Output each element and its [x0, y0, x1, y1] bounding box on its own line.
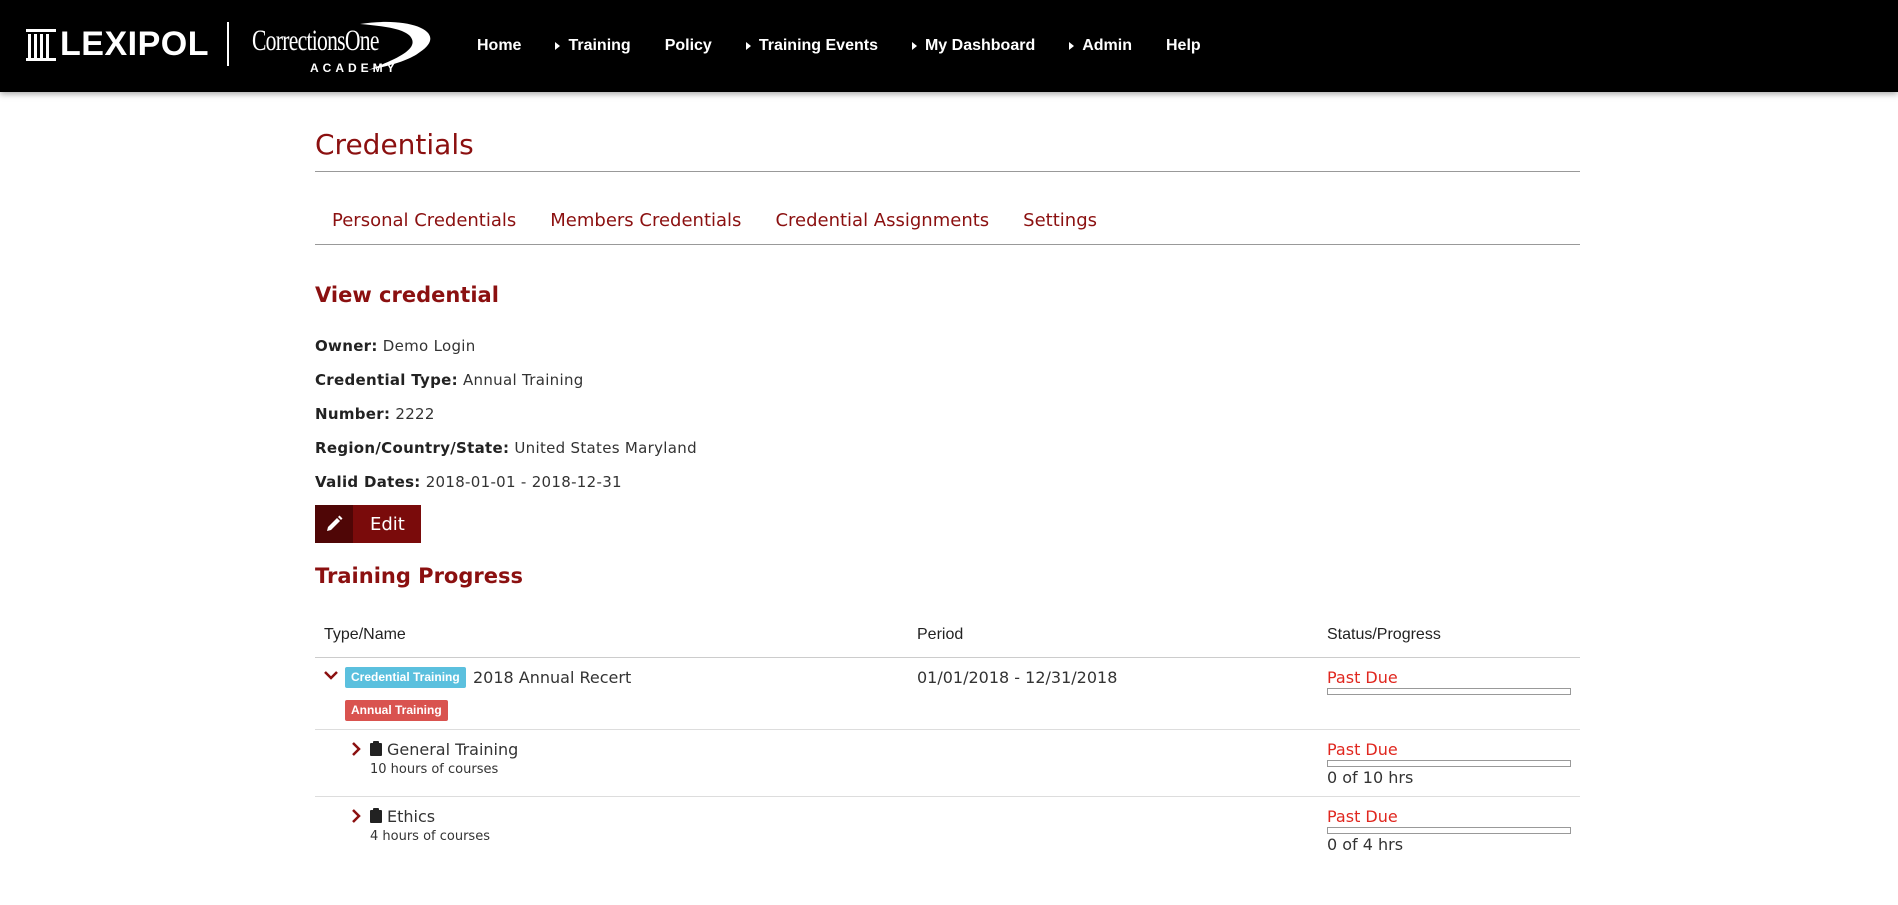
nav-training-events[interactable]: Training Events: [729, 37, 895, 55]
nav-label: My Dashboard: [924, 37, 1036, 54]
edit-icon-box: [315, 505, 353, 543]
col-type-name: Type/Name: [324, 626, 406, 643]
progress-bar: [1327, 760, 1571, 767]
tab-members-credentials[interactable]: Members Credentials: [533, 210, 758, 231]
edit-button[interactable]: Edit: [315, 505, 421, 543]
training-progress-heading: Training Progress: [315, 564, 523, 588]
credential-tabs: Personal Credentials Members Credentials…: [315, 210, 1114, 231]
lexipol-logo[interactable]: LEXIPOL: [26, 24, 209, 64]
chevron-right-icon[interactable]: [351, 809, 361, 823]
main-nav: Home Training Policy Training Events My …: [460, 0, 1218, 92]
number-field: Number: 2222: [315, 405, 435, 423]
nav-label: Admin: [1082, 37, 1132, 54]
pencil-icon: [327, 515, 343, 531]
academy-wordmark: ACADEMY: [310, 61, 399, 75]
training-period: 01/01/2018 - 12/31/2018: [917, 668, 1118, 687]
correctionsone-wordmark: CorrectionsOne: [252, 24, 379, 57]
owner-value: Demo Login: [382, 337, 476, 355]
hours-progress: 0 of 4 hrs: [1327, 835, 1404, 854]
tab-settings[interactable]: Settings: [1006, 210, 1114, 231]
status-badge: Past Due: [1327, 668, 1398, 687]
number-label: Number:: [315, 405, 391, 423]
table-header-divider: [315, 657, 1580, 658]
nav-label: Training: [568, 37, 631, 54]
nav-policy[interactable]: Policy: [648, 37, 729, 55]
col-period: Period: [917, 626, 964, 643]
edit-label: Edit: [370, 513, 405, 535]
region-value: United States Maryland: [514, 439, 697, 457]
pillars-icon: [26, 29, 56, 61]
col-status-progress: Status/Progress: [1327, 626, 1441, 643]
nav-home[interactable]: Home: [460, 37, 538, 55]
nav-help[interactable]: Help: [1149, 37, 1218, 55]
training-name: 2018 Annual Recert: [473, 668, 632, 687]
credential-type-field: Credential Type: Annual Training: [315, 371, 584, 389]
top-nav-bar: LEXIPOL CorrectionsOne ACADEMY Home Trai…: [0, 0, 1898, 92]
nav-label: Policy: [664, 37, 712, 54]
credential-type-label: Credential Type:: [315, 371, 458, 389]
sub-training-detail: 10 hours of courses: [370, 762, 499, 777]
logo-divider: [227, 22, 229, 66]
number-value: 2222: [395, 405, 435, 423]
nav-label: Home: [477, 37, 522, 54]
nav-my-dashboard[interactable]: My Dashboard: [895, 37, 1052, 55]
owner-label: Owner:: [315, 337, 378, 355]
chevron-down-icon[interactable]: [324, 671, 338, 681]
clipboard-icon: [370, 741, 382, 756]
progress-bar: [1327, 688, 1571, 695]
sub-training-name: General Training: [387, 740, 519, 759]
tab-credential-assignments[interactable]: Credential Assignments: [758, 210, 1006, 231]
nav-training[interactable]: Training: [538, 37, 647, 55]
valid-dates-field: Valid Dates: 2018-01-01 - 2018-12-31: [315, 473, 622, 491]
view-credential-heading: View credential: [315, 283, 499, 307]
hours-progress: 0 of 10 hrs: [1327, 768, 1414, 787]
nav-label: Training Events: [758, 37, 878, 54]
progress-bar: [1327, 827, 1571, 834]
row-divider: [315, 796, 1580, 797]
page-title: Credentials: [315, 128, 474, 161]
correctionsone-academy-logo[interactable]: CorrectionsOne ACADEMY: [250, 18, 440, 78]
chevron-right-icon[interactable]: [351, 742, 361, 756]
nav-label: Help: [1166, 37, 1201, 54]
lexipol-wordmark: LEXIPOL: [60, 24, 209, 63]
valid-dates-value: 2018-01-01 - 2018-12-31: [425, 473, 622, 491]
tabs-divider: [315, 244, 1580, 245]
region-field: Region/Country/State: United States Mary…: [315, 439, 697, 457]
credential-training-badge: Credential Training: [345, 667, 466, 688]
caret-right-icon: [745, 42, 751, 50]
tab-personal-credentials[interactable]: Personal Credentials: [315, 210, 533, 231]
sub-training-name: Ethics: [387, 807, 436, 826]
status-badge: Past Due: [1327, 807, 1398, 826]
annual-training-badge: Annual Training: [345, 700, 448, 721]
owner-field: Owner: Demo Login: [315, 337, 476, 355]
credential-type-value: Annual Training: [462, 371, 584, 389]
row-divider: [315, 729, 1580, 730]
region-label: Region/Country/State:: [315, 439, 510, 457]
valid-dates-label: Valid Dates:: [315, 473, 421, 491]
sub-training-detail: 4 hours of courses: [370, 829, 490, 844]
caret-right-icon: [911, 42, 917, 50]
caret-right-icon: [1069, 42, 1075, 50]
title-divider: [315, 171, 1580, 172]
caret-right-icon: [555, 42, 561, 50]
clipboard-icon: [370, 808, 382, 823]
nav-admin[interactable]: Admin: [1052, 37, 1149, 55]
status-badge: Past Due: [1327, 740, 1398, 759]
